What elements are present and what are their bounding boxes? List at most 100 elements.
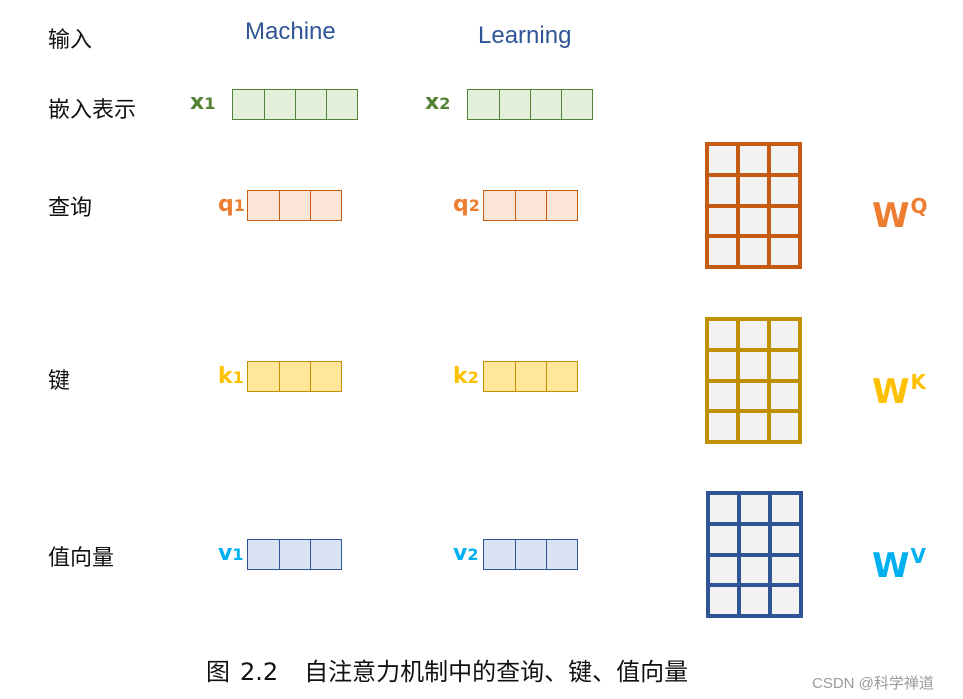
weight-symbol: W xyxy=(872,546,910,586)
matrix-cell xyxy=(740,351,767,379)
vector-cell xyxy=(310,191,341,220)
key-vector-1 xyxy=(247,361,342,392)
vector-cell xyxy=(515,540,546,569)
value-vector-label-2: v2 xyxy=(453,541,478,566)
vector-cell xyxy=(515,362,546,391)
embedding-symbol: x xyxy=(190,90,205,115)
vector-cell xyxy=(248,362,279,391)
row-label-key: 键 xyxy=(48,369,71,394)
query-vector-label-1: q1 xyxy=(218,192,245,217)
vector-cell xyxy=(484,191,515,220)
matrix-cell xyxy=(741,525,768,553)
weight-superscript: V xyxy=(910,544,926,568)
row-label-value: 值向量 xyxy=(48,546,115,571)
vector-cell xyxy=(233,90,264,119)
embedding-vector-1 xyxy=(232,89,358,120)
value-symbol: v xyxy=(453,541,468,566)
matrix-cell xyxy=(740,176,767,204)
matrix-cell xyxy=(771,351,798,379)
weight-matrix-v xyxy=(706,491,803,618)
row-label-query: 查询 xyxy=(48,196,93,221)
embedding-vector-2 xyxy=(467,89,593,120)
matrix-cell xyxy=(771,207,798,235)
matrix-cell xyxy=(740,321,767,348)
vector-cell xyxy=(561,90,592,119)
key-vector-label-1: k1 xyxy=(218,364,244,389)
vector-cell xyxy=(484,540,515,569)
key-subscript: 2 xyxy=(467,368,479,387)
watermark: CSDN @科学禅道 xyxy=(812,675,934,692)
vector-cell xyxy=(546,362,577,391)
vector-cell xyxy=(468,90,499,119)
weight-superscript: Q xyxy=(910,194,928,218)
vector-cell xyxy=(546,191,577,220)
value-subscript: 1 xyxy=(232,545,244,564)
value-vector-1 xyxy=(247,539,342,570)
value-vector-2 xyxy=(483,539,578,570)
weight-superscript: K xyxy=(910,370,927,394)
weight-matrix-k xyxy=(705,317,802,444)
matrix-cell xyxy=(771,413,798,440)
matrix-cell xyxy=(740,146,767,173)
matrix-cell xyxy=(771,176,798,204)
matrix-cell xyxy=(709,413,736,440)
vector-cell xyxy=(295,90,326,119)
value-symbol: v xyxy=(218,541,233,566)
matrix-cell xyxy=(771,382,798,410)
embedding-symbol: x xyxy=(425,90,440,115)
weight-label-k: WK xyxy=(872,370,927,412)
matrix-cell xyxy=(741,556,768,584)
key-symbol: k xyxy=(453,364,468,389)
matrix-cell xyxy=(709,146,736,173)
vector-cell xyxy=(326,90,357,119)
matrix-cell xyxy=(740,413,767,440)
input-word-2: Learning xyxy=(478,22,572,49)
caption-text: 自注意力机制中的查询、键、值向量 xyxy=(304,658,689,686)
embedding-subscript: 2 xyxy=(439,94,451,113)
vector-cell xyxy=(530,90,561,119)
weight-symbol: W xyxy=(872,372,910,412)
weight-label-q: WQ xyxy=(872,194,928,236)
caption-number: 2.2 xyxy=(240,658,279,686)
matrix-cell xyxy=(740,382,767,410)
matrix-cell xyxy=(710,587,737,614)
matrix-cell xyxy=(740,238,767,265)
matrix-cell xyxy=(772,525,799,553)
vector-cell xyxy=(279,191,310,220)
key-vector-label-2: k2 xyxy=(453,364,479,389)
figure-caption: 图 2.2 自注意力机制中的查询、键、值向量 xyxy=(206,652,688,687)
matrix-cell xyxy=(740,207,767,235)
key-subscript: 1 xyxy=(232,368,244,387)
matrix-cell xyxy=(710,525,737,553)
key-symbol: k xyxy=(218,364,233,389)
query-subscript: 1 xyxy=(233,196,245,215)
query-vector-2 xyxy=(483,190,578,221)
matrix-cell xyxy=(709,207,736,235)
matrix-cell xyxy=(710,495,737,522)
vector-cell xyxy=(279,540,310,569)
weight-symbol: W xyxy=(872,196,910,236)
caption-prefix: 图 xyxy=(206,658,230,686)
matrix-cell xyxy=(709,238,736,265)
vector-cell xyxy=(484,362,515,391)
matrix-cell xyxy=(772,556,799,584)
embedding-subscript: 1 xyxy=(204,94,216,113)
vector-cell xyxy=(264,90,295,119)
matrix-cell xyxy=(772,495,799,522)
query-symbol: q xyxy=(453,192,469,217)
key-vector-2 xyxy=(483,361,578,392)
matrix-cell xyxy=(741,587,768,614)
matrix-cell xyxy=(710,556,737,584)
matrix-cell xyxy=(709,321,736,348)
matrix-cell xyxy=(771,146,798,173)
embedding-vector-label-1: x1 xyxy=(190,90,215,115)
weight-matrix-q xyxy=(705,142,802,269)
embedding-vector-label-2: x2 xyxy=(425,90,450,115)
matrix-cell xyxy=(709,351,736,379)
weight-label-v: WV xyxy=(872,544,926,586)
vector-cell xyxy=(248,540,279,569)
row-label-embedding: 嵌入表示 xyxy=(48,98,137,123)
matrix-cell xyxy=(772,587,799,614)
vector-cell xyxy=(515,191,546,220)
vector-cell xyxy=(310,540,341,569)
